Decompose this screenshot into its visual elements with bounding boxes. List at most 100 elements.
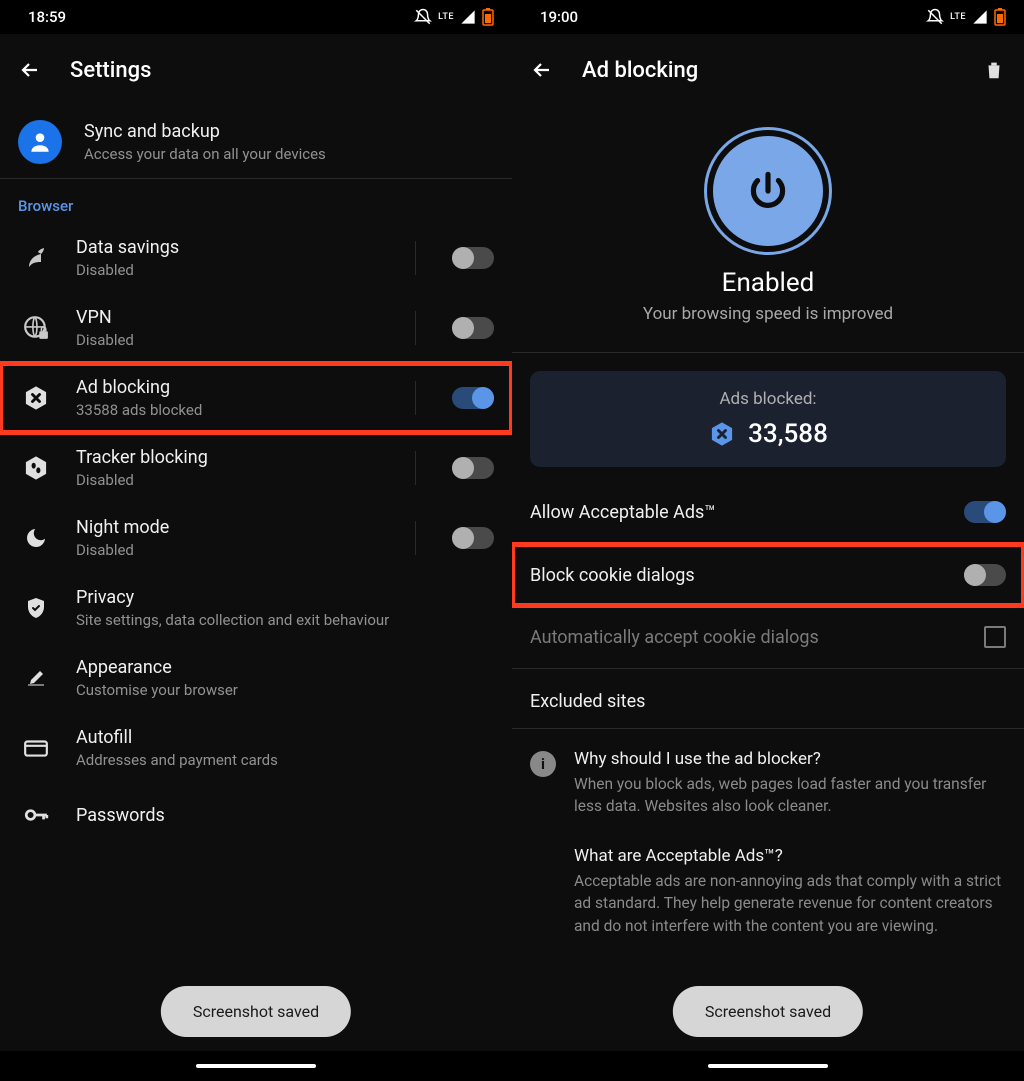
ad-blocking-row[interactable]: Ad blocking 33588 ads blocked: [0, 363, 512, 433]
enabled-status: Enabled: [722, 268, 815, 298]
tracker-toggle[interactable]: [452, 457, 494, 479]
acceptable-ads-toggle[interactable]: [964, 501, 1006, 523]
enabled-sub: Your browsing speed is improved: [643, 304, 893, 324]
status-icons: LTE: [926, 8, 1006, 26]
opt-label: Automatically accept cookie dialogs: [530, 627, 966, 648]
signal-icon: [972, 9, 988, 25]
leaf-icon: [18, 240, 54, 276]
item-title: Passwords: [76, 805, 494, 826]
page-title: Settings: [70, 58, 151, 83]
moon-icon: [18, 520, 54, 556]
item-sub: Addresses and payment cards: [76, 751, 494, 769]
shield-icon: [18, 590, 54, 626]
sync-row[interactable]: Sync and backup Access your data on all …: [0, 106, 512, 178]
battery-icon: [482, 8, 494, 26]
stats-value: 33,588: [748, 419, 828, 449]
header: Ad blocking: [512, 34, 1024, 106]
back-button[interactable]: [18, 58, 42, 82]
adblock-content: Enabled Your browsing speed is improved …: [512, 106, 1024, 1081]
stats-card: Ads blocked: 33,588: [530, 371, 1006, 467]
power-button[interactable]: [713, 136, 823, 246]
item-title: Appearance: [76, 657, 494, 678]
globe-lock-icon: [18, 310, 54, 346]
item-sub: Disabled: [76, 541, 393, 559]
battery-icon: [994, 8, 1006, 26]
item-title: Ad blocking: [76, 377, 393, 398]
toast: Screenshot saved: [161, 986, 351, 1037]
opt-label: Allow Acceptable Ads™: [530, 502, 946, 523]
night-toggle[interactable]: [452, 527, 494, 549]
back-button[interactable]: [530, 58, 554, 82]
mute-icon: [926, 8, 944, 26]
header: Settings: [0, 34, 512, 106]
toast: Screenshot saved: [673, 986, 863, 1037]
item-title: Tracker blocking: [76, 447, 393, 468]
night-mode-row[interactable]: Night mode Disabled: [0, 503, 512, 573]
ad-blocking-screen: 19:00 LTE Ad blocking Enabled Your brows…: [512, 0, 1024, 1081]
spacer: [530, 848, 556, 874]
autofill-row[interactable]: Autofill Addresses and payment cards: [0, 713, 512, 783]
block-cookie-row[interactable]: Block cookie dialogs: [512, 544, 1024, 606]
info-why: i Why should I use the ad blocker? When …: [512, 729, 1024, 830]
item-sub: Site settings, data collection and exit …: [76, 611, 494, 629]
delete-button[interactable]: [982, 58, 1006, 82]
item-title: Data savings: [76, 237, 393, 258]
item-title: Privacy: [76, 587, 494, 608]
vpn-toggle[interactable]: [452, 317, 494, 339]
mute-icon: [414, 8, 432, 26]
auto-accept-row[interactable]: Automatically accept cookie dialogs: [512, 606, 1024, 668]
acceptable-ads-row[interactable]: Allow Acceptable Ads™: [512, 481, 1024, 543]
sync-title: Sync and backup: [84, 121, 494, 142]
auto-accept-checkbox[interactable]: [984, 626, 1006, 648]
info-body: When you block ads, web pages load faste…: [574, 773, 1006, 818]
page-title: Ad blocking: [582, 58, 698, 83]
item-sub: Disabled: [76, 261, 393, 279]
data-savings-row[interactable]: Data savings Disabled: [0, 223, 512, 293]
signal-icon: [460, 9, 476, 25]
excluded-sites-row[interactable]: Excluded sites: [512, 669, 1024, 728]
hex-x-icon: [18, 380, 54, 416]
item-title: Night mode: [76, 517, 393, 538]
info-body: Acceptable ads are non-annoying ads that…: [574, 870, 1006, 937]
ad-blocking-toggle[interactable]: [452, 387, 494, 409]
data-savings-toggle[interactable]: [452, 247, 494, 269]
item-sub: Disabled: [76, 331, 393, 349]
info-title: Why should I use the ad blocker?: [574, 749, 1006, 769]
sync-sub: Access your data on all your devices: [84, 145, 494, 163]
key-icon: [18, 797, 54, 833]
hex-steps-icon: [18, 450, 54, 486]
info-acceptable: What are Acceptable Ads™? Acceptable ads…: [512, 830, 1024, 949]
item-sub: Customise your browser: [76, 681, 494, 699]
item-sub: Disabled: [76, 471, 393, 489]
vpn-row[interactable]: VPN Disabled: [0, 293, 512, 363]
info-title: What are Acceptable Ads™?: [574, 846, 1006, 866]
privacy-row[interactable]: Privacy Site settings, data collection a…: [0, 573, 512, 643]
hero: Enabled Your browsing speed is improved: [512, 106, 1024, 352]
nav-bar: [512, 1051, 1024, 1081]
status-icons: LTE: [414, 8, 494, 26]
nav-bar: [0, 1051, 512, 1081]
appearance-row[interactable]: Appearance Customise your browser: [0, 643, 512, 713]
section-browser: Browser: [0, 179, 512, 223]
settings-content: Sync and backup Access your data on all …: [0, 106, 512, 1081]
lte-label: LTE: [438, 13, 454, 22]
block-cookie-toggle[interactable]: [964, 564, 1006, 586]
paint-icon: [18, 660, 54, 696]
status-bar: 18:59 LTE: [0, 0, 512, 34]
item-title: Autofill: [76, 727, 494, 748]
lte-label: LTE: [950, 13, 966, 22]
avatar-icon: [18, 120, 62, 164]
opt-label: Block cookie dialogs: [530, 565, 946, 586]
hex-x-icon: [708, 420, 736, 448]
status-time: 18:59: [28, 8, 66, 26]
stats-label: Ads blocked:: [719, 389, 816, 409]
settings-screen: 18:59 LTE Settings Sync and backup Acces…: [0, 0, 512, 1081]
card-icon: [18, 730, 54, 766]
info-icon: i: [530, 751, 556, 777]
passwords-row[interactable]: Passwords: [0, 783, 512, 847]
status-bar: 19:00 LTE: [512, 0, 1024, 34]
item-title: VPN: [76, 307, 393, 328]
tracker-blocking-row[interactable]: Tracker blocking Disabled: [0, 433, 512, 503]
status-time: 19:00: [540, 8, 578, 26]
item-sub: 33588 ads blocked: [76, 401, 393, 419]
